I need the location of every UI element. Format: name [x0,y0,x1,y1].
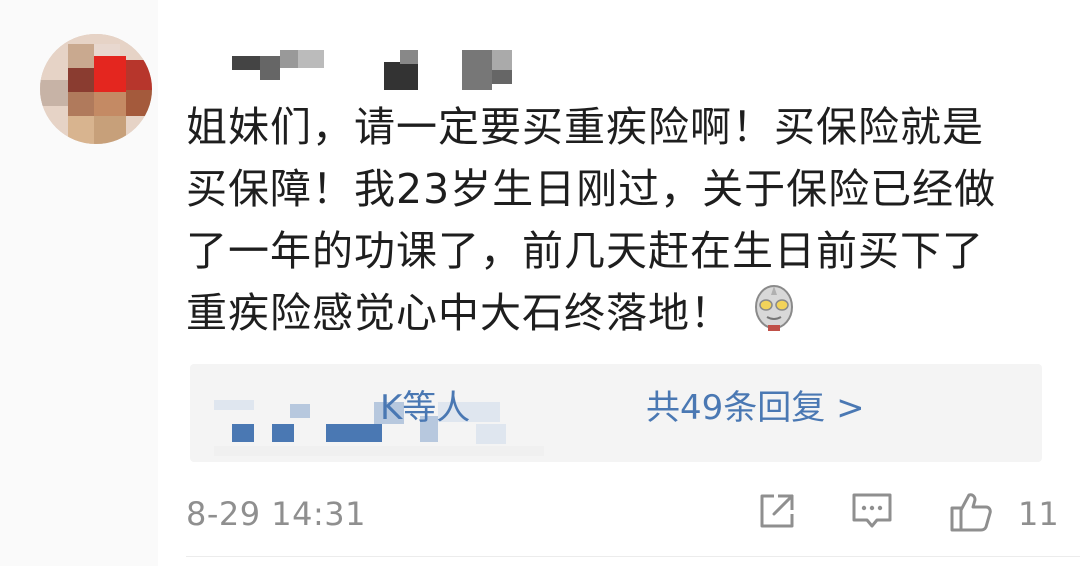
timestamp: 8-29 14:31 [186,495,367,533]
like-button[interactable] [948,490,994,534]
comment-line-last: 重疾险感觉心中大石终落地！ [186,282,1046,344]
username-censored[interactable] [228,50,528,90]
comment-text: 姐妹们，请一定要买重疾险啊！买保险就是 买保障！我23岁生日刚过，关于保险已经做… [186,96,1046,344]
like-count: 11 [1018,495,1059,533]
reply-names-tail[interactable]: K等人 [380,388,470,428]
comment-footer: 8-29 14:31 11 [186,488,1059,538]
comment-line: 买保障！我23岁生日刚过，关于保险已经做 [186,165,997,213]
comment-line-text: 重疾险感觉心中大石终落地！ [186,289,732,337]
avatar[interactable] [40,34,152,144]
reply-names-suffix[interactable]: K等人 [380,384,470,432]
view-replies-link[interactable]: 共49条回复 > [646,384,865,432]
comment-button[interactable] [850,490,894,534]
comment-line: 姐妹们，请一定要买重疾险啊！买保险就是 [186,103,984,151]
divider [186,556,1080,557]
thumbs-up-icon [950,493,992,532]
comment-line: 了一年的功课了，前几天赶在生日前买下了 [186,227,984,275]
share-button[interactable] [756,490,798,534]
ultraman-emoji-icon [752,283,796,333]
comment-icon [852,493,892,528]
share-icon [760,494,794,528]
replies-preview[interactable]: K等人 共49条回复 > [190,364,1042,462]
